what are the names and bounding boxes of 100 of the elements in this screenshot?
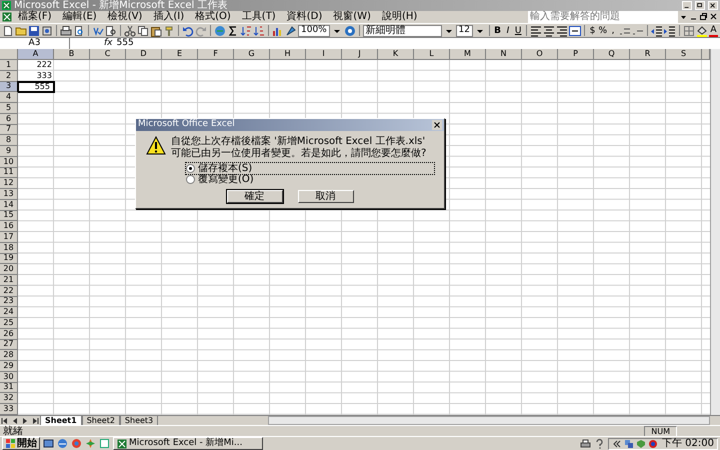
column-header[interactable]: A (18, 49, 54, 60)
close-icon[interactable] (709, 12, 718, 22)
table-cell[interactable]: 333 (18, 70, 54, 82)
row-header[interactable]: 13 (0, 189, 18, 200)
bold-button[interactable]: B (492, 24, 502, 36)
menu-item[interactable]: 檢視(V) (102, 11, 148, 23)
start-button[interactable]: 開始 (2, 437, 40, 450)
lifebuoy-icon[interactable] (648, 438, 658, 448)
network-icon[interactable] (624, 438, 634, 448)
currency-button[interactable]: $ (588, 24, 598, 36)
research-icon[interactable] (105, 24, 117, 36)
decrease-indent-icon[interactable] (650, 24, 663, 36)
maximize-icon[interactable] (695, 1, 705, 10)
row-header[interactable]: 24 (0, 307, 18, 318)
column-header[interactable]: J (342, 49, 378, 60)
column-header[interactable]: D (126, 49, 162, 60)
column-header[interactable]: F (198, 49, 234, 60)
align-left-icon[interactable] (530, 24, 542, 36)
print-icon[interactable] (60, 24, 72, 36)
column-header[interactable]: N (486, 49, 522, 60)
column-header[interactable]: H (270, 49, 306, 60)
column-header[interactable]: M (450, 49, 486, 60)
font-size-field[interactable]: 12 (456, 24, 473, 36)
column-header[interactable]: P (558, 49, 594, 60)
row-header[interactable]: 14 (0, 200, 18, 210)
row-header[interactable]: 11 (0, 168, 18, 178)
sort-ascending-icon[interactable] (240, 24, 252, 36)
percent-button[interactable]: % (598, 24, 608, 36)
font-field[interactable]: 新細明體 (362, 24, 442, 36)
autosum-icon[interactable] (227, 24, 239, 36)
row-header[interactable]: 19 (0, 254, 18, 264)
window-icon[interactable] (99, 438, 110, 449)
sheet-tab[interactable]: Sheet3 (120, 416, 158, 426)
column-header[interactable]: Q (594, 49, 630, 60)
paste-icon[interactable] (150, 24, 162, 36)
sort-descending-icon[interactable] (253, 24, 265, 36)
align-center-icon[interactable] (542, 24, 555, 36)
taskbar-window-button[interactable]: Microsoft Excel - 新增Mi... (113, 437, 263, 450)
comma-button[interactable]: , (608, 24, 618, 36)
desktop-icon[interactable] (43, 438, 54, 449)
menu-item[interactable]: 說明(H) (376, 11, 422, 23)
close-icon[interactable] (708, 1, 718, 10)
zoom-field[interactable]: 100% (298, 24, 330, 36)
sheet-tab[interactable]: Sheet2 (82, 416, 120, 426)
row-header[interactable]: 15 (0, 210, 18, 222)
shield-icon[interactable] (636, 438, 646, 448)
help-search-field[interactable]: 輸入需要解答的問題 (528, 11, 678, 23)
undo-icon[interactable] (182, 24, 194, 36)
column-header[interactable]: O (522, 49, 558, 60)
column-header[interactable]: L (414, 49, 450, 60)
column-header[interactable]: E (162, 49, 198, 60)
increase-indent-icon[interactable] (664, 24, 676, 36)
row-header[interactable]: 18 (0, 242, 18, 254)
sheet-tab[interactable]: Sheet1 (40, 416, 82, 426)
row-header[interactable]: 5 (0, 103, 18, 114)
formula-value[interactable]: 555 (116, 36, 134, 50)
row-header[interactable]: 21 (0, 275, 18, 286)
column-header[interactable]: R (630, 49, 666, 60)
row-header[interactable]: 12 (0, 178, 18, 189)
row-header[interactable]: 20 (0, 264, 18, 275)
column-header[interactable]: B (54, 49, 90, 60)
column-header[interactable] (702, 49, 710, 60)
column-header[interactable]: K (378, 49, 414, 60)
column-header[interactable]: S (666, 49, 702, 60)
row-header[interactable]: 23 (0, 296, 18, 308)
row-header[interactable]: 22 (0, 286, 18, 296)
row-header[interactable]: 28 (0, 350, 18, 361)
horizontal-scrollbar[interactable] (268, 416, 710, 425)
first-sheet-icon[interactable] (0, 416, 10, 426)
underline-button[interactable]: U (514, 24, 523, 36)
row-header[interactable]: 1 (0, 60, 18, 71)
table-cell[interactable]: 555 (18, 82, 54, 92)
permission-icon[interactable] (41, 24, 53, 36)
last-sheet-icon[interactable] (30, 416, 40, 426)
menu-item[interactable]: 資料(D) (282, 11, 328, 23)
row-header[interactable]: 17 (0, 232, 18, 243)
row-header[interactable]: 16 (0, 221, 18, 232)
row-header[interactable]: 4 (0, 92, 18, 103)
radio-option[interactable]: 儲存複本(S) (186, 162, 434, 174)
menu-item[interactable]: 插入(I) (148, 11, 190, 23)
chevron-icon[interactable] (612, 438, 622, 448)
menu-item[interactable]: 視窗(W) (328, 11, 376, 23)
row-header[interactable]: 8 (0, 135, 18, 146)
row-header[interactable]: 2 (0, 70, 18, 82)
print-preview-icon[interactable] (73, 24, 85, 36)
menu-item[interactable]: 格式(O) (190, 11, 236, 23)
row-header[interactable]: 27 (0, 340, 18, 350)
fill-color-icon[interactable] (696, 24, 708, 36)
restore-icon[interactable] (699, 12, 708, 22)
align-right-icon[interactable] (556, 24, 568, 36)
column-header[interactable]: G (234, 49, 270, 60)
row-header[interactable]: 32 (0, 393, 18, 404)
select-all-corner[interactable] (0, 49, 18, 60)
row-header[interactable]: 26 (0, 328, 18, 340)
row-header[interactable]: 31 (0, 382, 18, 394)
merge-center-icon[interactable] (568, 24, 581, 36)
close-icon[interactable] (432, 120, 442, 130)
row-header[interactable]: 25 (0, 318, 18, 329)
column-header[interactable]: C (90, 49, 126, 60)
minimize-icon[interactable] (682, 1, 692, 10)
